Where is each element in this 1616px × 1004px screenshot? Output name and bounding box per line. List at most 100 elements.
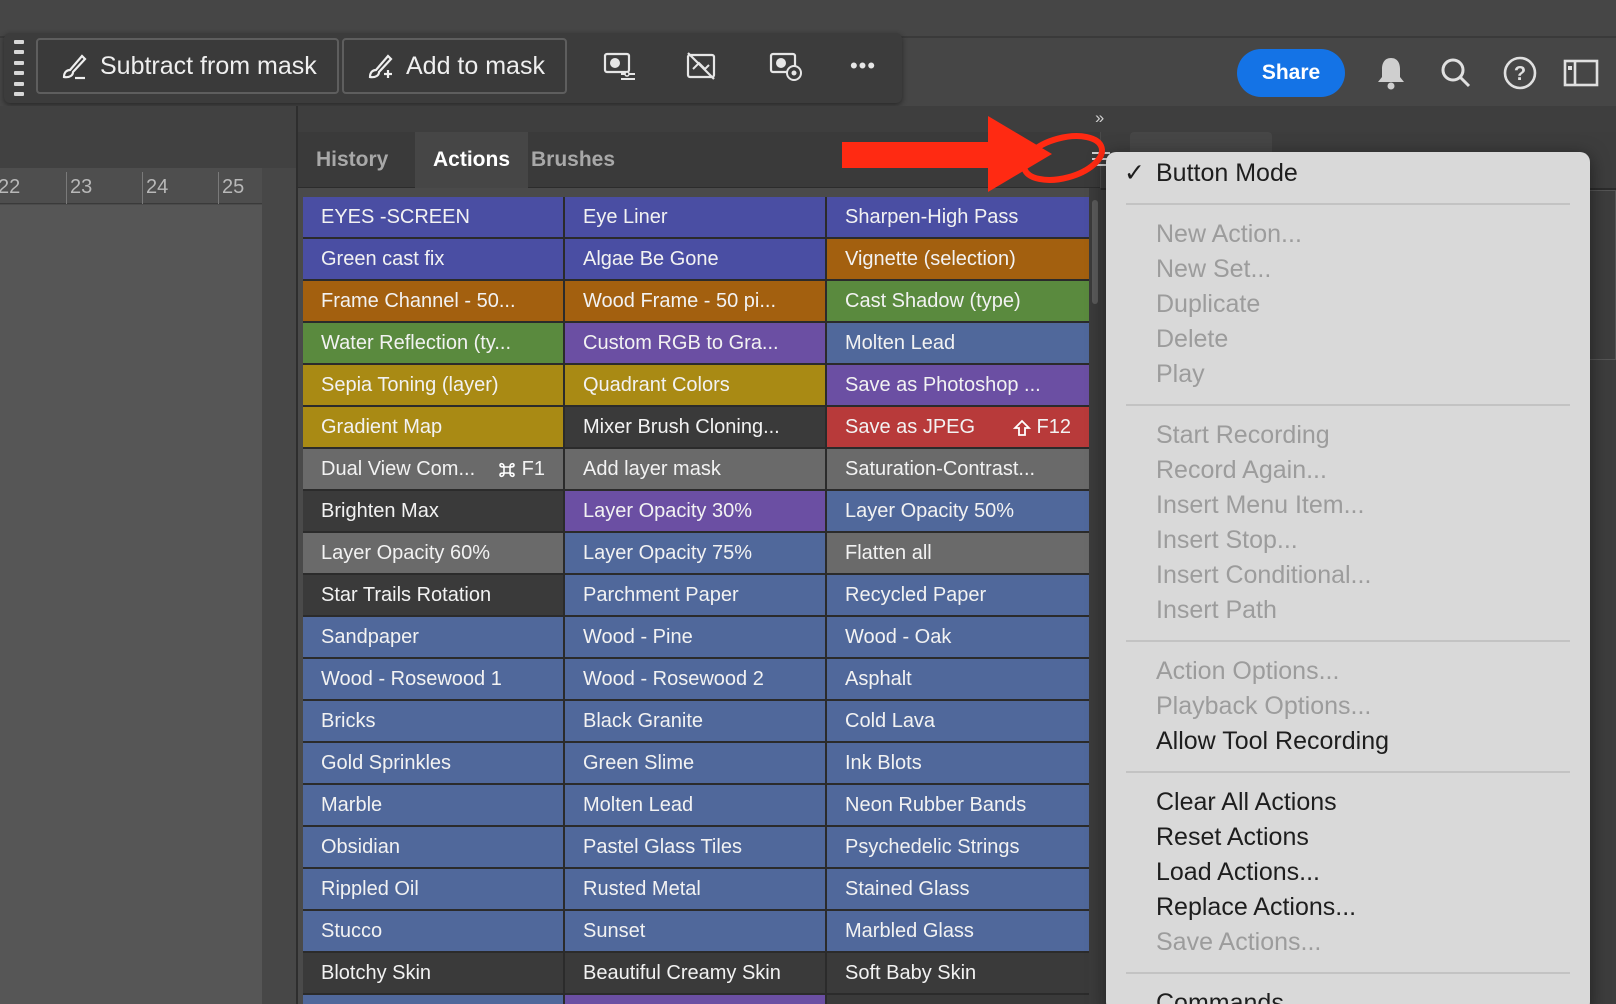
action-button[interactable]: Eye Liner bbox=[565, 197, 825, 237]
action-button[interactable]: Brighten Max bbox=[303, 491, 563, 531]
share-button[interactable]: Share bbox=[1237, 49, 1345, 97]
action-button[interactable]: Custom RGB to Gra... bbox=[565, 323, 825, 363]
action-button[interactable]: Soft Baby Skin bbox=[827, 953, 1089, 993]
collapse-panels-icon[interactable]: ›› bbox=[1095, 108, 1104, 128]
action-button[interactable]: Rippled Oil bbox=[303, 869, 563, 909]
action-button[interactable]: Sandpaper bbox=[303, 617, 563, 657]
subtract-from-mask-button[interactable]: Subtract from mask bbox=[36, 38, 339, 94]
action-button[interactable]: Green cast fix bbox=[303, 239, 563, 279]
action-label: Marble bbox=[321, 793, 383, 816]
help-icon[interactable]: ? bbox=[1500, 53, 1540, 93]
menu-item-allow-tool-recording[interactable]: Allow Tool Recording bbox=[1156, 724, 1389, 758]
action-button[interactable]: Frame Channel - 50... bbox=[303, 281, 563, 321]
drag-handle[interactable] bbox=[14, 40, 24, 96]
action-button[interactable]: Molten Lead bbox=[827, 323, 1089, 363]
action-button[interactable] bbox=[827, 995, 1089, 1004]
menu-item-commands[interactable]: Commands bbox=[1156, 986, 1284, 1004]
action-label: Green cast fix bbox=[321, 247, 445, 270]
action-button[interactable]: Gold Sprinkles bbox=[303, 743, 563, 783]
bell-icon[interactable] bbox=[1371, 53, 1411, 93]
action-button[interactable]: Neon Rubber Bands bbox=[827, 785, 1089, 825]
actions-scrollbar[interactable] bbox=[1089, 188, 1101, 1004]
mask-options-icon[interactable] bbox=[600, 48, 640, 84]
action-button[interactable]: Dual View Com... F1 bbox=[303, 449, 563, 489]
subtract-from-mask-label: Subtract from mask bbox=[100, 51, 317, 80]
action-button[interactable]: Asphalt bbox=[827, 659, 1089, 699]
action-button[interactable]: Beautiful Creamy Skin bbox=[565, 953, 825, 993]
action-button[interactable]: Layer Opacity 60% bbox=[303, 533, 563, 573]
menu-item-reset-actions[interactable]: Reset Actions bbox=[1156, 820, 1309, 854]
action-button[interactable]: Layer Opacity 30% bbox=[565, 491, 825, 531]
disable-mask-icon[interactable] bbox=[681, 48, 721, 84]
action-button[interactable]: Recycled Paper bbox=[827, 575, 1089, 615]
action-button[interactable]: Sharpen-High Pass bbox=[827, 197, 1089, 237]
action-button[interactable]: Blotchy Skin bbox=[303, 953, 563, 993]
menu-item-load-actions[interactable]: Load Actions... bbox=[1156, 855, 1320, 889]
action-button[interactable]: Algae Be Gone bbox=[565, 239, 825, 279]
menu-item-button-mode[interactable]: Button Mode bbox=[1156, 156, 1298, 190]
tab-actions[interactable]: Actions bbox=[415, 132, 529, 188]
action-button[interactable]: Flatten all bbox=[827, 533, 1089, 573]
menu-item-clear-all-actions[interactable]: Clear All Actions bbox=[1156, 785, 1337, 819]
action-button[interactable]: Wood - Oak bbox=[827, 617, 1089, 657]
action-button[interactable]: Marble bbox=[303, 785, 563, 825]
more-options-icon[interactable]: ••• bbox=[843, 48, 883, 84]
action-button[interactable]: Sunset bbox=[565, 911, 825, 951]
action-button[interactable]: Bricks bbox=[303, 701, 563, 741]
action-button[interactable]: Saturation-Contrast... bbox=[827, 449, 1089, 489]
actions-panel-menu: Button Mode ✓ New Action... New Set... Dupli… bbox=[1106, 152, 1590, 1004]
scrollbar-thumb[interactable] bbox=[1092, 200, 1098, 304]
action-label: Black Granite bbox=[583, 709, 704, 732]
action-button[interactable] bbox=[565, 995, 825, 1004]
tab-history[interactable]: History bbox=[298, 132, 406, 188]
svg-text:?: ? bbox=[1514, 63, 1526, 85]
action-button[interactable]: Wood - Rosewood 2 bbox=[565, 659, 825, 699]
action-label: Sharpen-High Pass bbox=[845, 205, 1019, 228]
action-button[interactable]: Layer Opacity 50% bbox=[827, 491, 1089, 531]
action-button[interactable]: Wood - Pine bbox=[565, 617, 825, 657]
add-to-mask-button[interactable]: Add to mask bbox=[342, 38, 567, 94]
action-button[interactable]: Psychedelic Strings bbox=[827, 827, 1089, 867]
action-button[interactable]: Cast Shadow (type) bbox=[827, 281, 1089, 321]
action-button[interactable]: Stained Glass bbox=[827, 869, 1089, 909]
action-button[interactable]: Save as JPEG F12 bbox=[827, 407, 1089, 447]
action-label: Sunset bbox=[583, 919, 646, 942]
action-button[interactable]: Rusted Metal bbox=[565, 869, 825, 909]
action-button[interactable]: Ink Blots bbox=[827, 743, 1089, 783]
action-button[interactable]: Parchment Paper bbox=[565, 575, 825, 615]
action-label: Parchment Paper bbox=[583, 583, 739, 606]
action-button[interactable]: Water Reflection (ty... bbox=[303, 323, 563, 363]
action-button[interactable]: Gradient Map bbox=[303, 407, 563, 447]
action-button[interactable]: Add layer mask bbox=[565, 449, 825, 489]
action-label: Mixer Brush Cloning... bbox=[583, 415, 780, 438]
action-button[interactable]: Marbled Glass bbox=[827, 911, 1089, 951]
workspace-panel-icon[interactable] bbox=[1561, 53, 1601, 93]
action-button[interactable]: Sepia Toning (layer) bbox=[303, 365, 563, 405]
action-label: Eye Liner bbox=[583, 205, 668, 228]
menu-item-duplicate: Duplicate bbox=[1156, 290, 1261, 318]
tab-brushes[interactable]: Brushes bbox=[513, 132, 633, 188]
action-button[interactable]: Wood - Rosewood 1 bbox=[303, 659, 563, 699]
action-button[interactable]: Save as Photoshop ... bbox=[827, 365, 1089, 405]
action-button[interactable]: Obsidian bbox=[303, 827, 563, 867]
action-button[interactable] bbox=[303, 995, 563, 1004]
action-button[interactable]: Cold Lava bbox=[827, 701, 1089, 741]
action-button[interactable]: Layer Opacity 75% bbox=[565, 533, 825, 573]
canvas[interactable] bbox=[0, 205, 262, 1004]
menu-item-replace-actions[interactable]: Replace Actions... bbox=[1156, 890, 1356, 924]
action-button[interactable]: Wood Frame - 50 pi... bbox=[565, 281, 825, 321]
menu-item-delete: Delete bbox=[1156, 325, 1229, 353]
action-label: Save as Photoshop ... bbox=[845, 373, 1041, 396]
action-button[interactable]: Molten Lead bbox=[565, 785, 825, 825]
action-button[interactable]: Green Slime bbox=[565, 743, 825, 783]
action-button[interactable]: Quadrant Colors bbox=[565, 365, 825, 405]
action-button[interactable]: Black Granite bbox=[565, 701, 825, 741]
action-button[interactable]: Stucco bbox=[303, 911, 563, 951]
search-icon[interactable] bbox=[1436, 53, 1476, 93]
view-mask-icon[interactable] bbox=[766, 48, 806, 84]
action-button[interactable]: EYES -SCREEN bbox=[303, 197, 563, 237]
action-button[interactable]: Pastel Glass Tiles bbox=[565, 827, 825, 867]
action-button[interactable]: Vignette (selection) bbox=[827, 239, 1089, 279]
action-button[interactable]: Star Trails Rotation bbox=[303, 575, 563, 615]
action-button[interactable]: Mixer Brush Cloning... bbox=[565, 407, 825, 447]
